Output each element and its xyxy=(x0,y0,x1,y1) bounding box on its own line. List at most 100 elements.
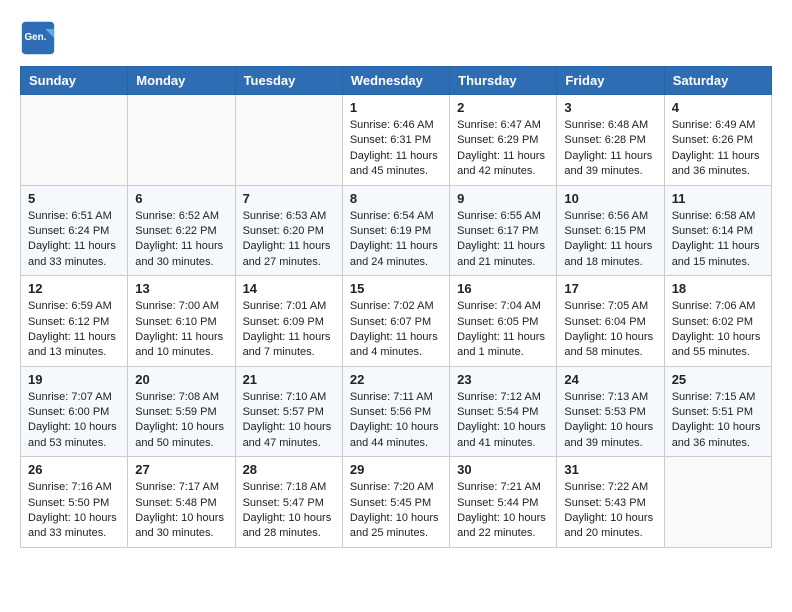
day-info: Sunrise: 7:10 AM Sunset: 5:57 PM Dayligh… xyxy=(243,390,335,452)
calendar-cell: 5 Sunrise: 6:51 AM Sunset: 6:24 PM Daylig… xyxy=(21,185,128,276)
day-info: Sunrise: 7:04 AM Sunset: 6:05 PM Dayligh… xyxy=(457,299,549,361)
day-info: Sunrise: 6:55 AM Sunset: 6:17 PM Dayligh… xyxy=(457,209,549,271)
calendar-header-row: SundayMondayTuesdayWednesdayThursdayFrid… xyxy=(21,67,772,95)
day-number: 4 xyxy=(672,100,764,115)
day-info: Sunrise: 7:22 AM Sunset: 5:43 PM Dayligh… xyxy=(564,480,656,542)
calendar-cell: 7 Sunrise: 6:53 AM Sunset: 6:20 PM Daylig… xyxy=(235,185,342,276)
calendar-cell: 3 Sunrise: 6:48 AM Sunset: 6:28 PM Daylig… xyxy=(557,95,664,186)
day-number: 9 xyxy=(457,191,549,206)
calendar-cell xyxy=(235,95,342,186)
day-number: 21 xyxy=(243,372,335,387)
logo: Gen. xyxy=(20,20,60,56)
calendar-cell: 9 Sunrise: 6:55 AM Sunset: 6:17 PM Daylig… xyxy=(450,185,557,276)
day-info: Sunrise: 7:12 AM Sunset: 5:54 PM Dayligh… xyxy=(457,390,549,452)
day-info: Sunrise: 7:07 AM Sunset: 6:00 PM Dayligh… xyxy=(28,390,120,452)
calendar-cell: 10 Sunrise: 6:56 AM Sunset: 6:15 PM Dayli… xyxy=(557,185,664,276)
day-info: Sunrise: 7:02 AM Sunset: 6:07 PM Dayligh… xyxy=(350,299,442,361)
calendar-cell: 19 Sunrise: 7:07 AM Sunset: 6:00 PM Dayli… xyxy=(21,366,128,457)
calendar-cell xyxy=(128,95,235,186)
calendar-cell: 12 Sunrise: 6:59 AM Sunset: 6:12 PM Dayli… xyxy=(21,276,128,367)
day-info: Sunrise: 7:20 AM Sunset: 5:45 PM Dayligh… xyxy=(350,480,442,542)
calendar-cell: 6 Sunrise: 6:52 AM Sunset: 6:22 PM Daylig… xyxy=(128,185,235,276)
calendar-cell: 11 Sunrise: 6:58 AM Sunset: 6:14 PM Dayli… xyxy=(664,185,771,276)
day-number: 26 xyxy=(28,462,120,477)
calendar-table: SundayMondayTuesdayWednesdayThursdayFrid… xyxy=(20,66,772,548)
col-header-thursday: Thursday xyxy=(450,67,557,95)
calendar-cell: 17 Sunrise: 7:05 AM Sunset: 6:04 PM Dayli… xyxy=(557,276,664,367)
day-info: Sunrise: 6:47 AM Sunset: 6:29 PM Dayligh… xyxy=(457,118,549,180)
day-info: Sunrise: 6:52 AM Sunset: 6:22 PM Dayligh… xyxy=(135,209,227,271)
calendar-week-row: 5 Sunrise: 6:51 AM Sunset: 6:24 PM Daylig… xyxy=(21,185,772,276)
day-info: Sunrise: 6:58 AM Sunset: 6:14 PM Dayligh… xyxy=(672,209,764,271)
calendar-cell: 29 Sunrise: 7:20 AM Sunset: 5:45 PM Dayli… xyxy=(342,457,449,548)
svg-text:Gen.: Gen. xyxy=(25,32,47,43)
calendar-cell: 23 Sunrise: 7:12 AM Sunset: 5:54 PM Dayli… xyxy=(450,366,557,457)
day-info: Sunrise: 7:15 AM Sunset: 5:51 PM Dayligh… xyxy=(672,390,764,452)
col-header-tuesday: Tuesday xyxy=(235,67,342,95)
day-info: Sunrise: 6:59 AM Sunset: 6:12 PM Dayligh… xyxy=(28,299,120,361)
day-info: Sunrise: 7:05 AM Sunset: 6:04 PM Dayligh… xyxy=(564,299,656,361)
day-number: 17 xyxy=(564,281,656,296)
calendar-cell: 15Sunrise: 7:02 AM Sunset: 6:07 PM Dayli… xyxy=(342,276,449,367)
calendar-cell: 28Sunrise: 7:18 AM Sunset: 5:47 PM Dayli… xyxy=(235,457,342,548)
day-number: 29 xyxy=(350,462,442,477)
calendar-cell: 8 Sunrise: 6:54 AM Sunset: 6:19 PM Daylig… xyxy=(342,185,449,276)
day-info: Sunrise: 7:21 AM Sunset: 5:44 PM Dayligh… xyxy=(457,480,549,542)
calendar-week-row: 19 Sunrise: 7:07 AM Sunset: 6:00 PM Dayli… xyxy=(21,366,772,457)
day-info: Sunrise: 7:06 AM Sunset: 6:02 PM Dayligh… xyxy=(672,299,764,361)
day-number: 6 xyxy=(135,191,227,206)
calendar-cell: 24Sunrise: 7:13 AM Sunset: 5:53 PM Dayli… xyxy=(557,366,664,457)
day-number: 22 xyxy=(350,372,442,387)
day-info: Sunrise: 6:49 AM Sunset: 6:26 PM Dayligh… xyxy=(672,118,764,180)
calendar-cell: 31Sunrise: 7:22 AM Sunset: 5:43 PM Dayli… xyxy=(557,457,664,548)
calendar-cell: 16Sunrise: 7:04 AM Sunset: 6:05 PM Dayli… xyxy=(450,276,557,367)
calendar-cell: 18 Sunrise: 7:06 AM Sunset: 6:02 PM Dayli… xyxy=(664,276,771,367)
calendar-cell: 4 Sunrise: 6:49 AM Sunset: 6:26 PM Daylig… xyxy=(664,95,771,186)
day-info: Sunrise: 6:54 AM Sunset: 6:19 PM Dayligh… xyxy=(350,209,442,271)
day-number: 8 xyxy=(350,191,442,206)
day-info: Sunrise: 7:16 AM Sunset: 5:50 PM Dayligh… xyxy=(28,480,120,542)
col-header-friday: Friday xyxy=(557,67,664,95)
day-number: 3 xyxy=(564,100,656,115)
day-number: 13 xyxy=(135,281,227,296)
day-info: Sunrise: 7:01 AM Sunset: 6:09 PM Dayligh… xyxy=(243,299,335,361)
day-info: Sunrise: 6:53 AM Sunset: 6:20 PM Dayligh… xyxy=(243,209,335,271)
day-number: 23 xyxy=(457,372,549,387)
day-number: 7 xyxy=(243,191,335,206)
calendar-cell: 2 Sunrise: 6:47 AM Sunset: 6:29 PM Daylig… xyxy=(450,95,557,186)
day-info: Sunrise: 6:48 AM Sunset: 6:28 PM Dayligh… xyxy=(564,118,656,180)
col-header-saturday: Saturday xyxy=(664,67,771,95)
day-info: Sunrise: 7:17 AM Sunset: 5:48 PM Dayligh… xyxy=(135,480,227,542)
calendar-week-row: 12 Sunrise: 6:59 AM Sunset: 6:12 PM Dayli… xyxy=(21,276,772,367)
calendar-week-row: 1 Sunrise: 6:46 AM Sunset: 6:31 PM Daylig… xyxy=(21,95,772,186)
calendar-cell xyxy=(664,457,771,548)
day-info: Sunrise: 6:51 AM Sunset: 6:24 PM Dayligh… xyxy=(28,209,120,271)
col-header-wednesday: Wednesday xyxy=(342,67,449,95)
day-number: 27 xyxy=(135,462,227,477)
day-number: 10 xyxy=(564,191,656,206)
day-number: 11 xyxy=(672,191,764,206)
col-header-sunday: Sunday xyxy=(21,67,128,95)
day-number: 2 xyxy=(457,100,549,115)
page-header: Gen. xyxy=(20,20,772,56)
calendar-cell: 27 Sunrise: 7:17 AM Sunset: 5:48 PM Dayli… xyxy=(128,457,235,548)
col-header-monday: Monday xyxy=(128,67,235,95)
calendar-cell: 30Sunrise: 7:21 AM Sunset: 5:44 PM Dayli… xyxy=(450,457,557,548)
day-number: 18 xyxy=(672,281,764,296)
day-info: Sunrise: 7:11 AM Sunset: 5:56 PM Dayligh… xyxy=(350,390,442,452)
day-number: 12 xyxy=(28,281,120,296)
day-info: Sunrise: 6:56 AM Sunset: 6:15 PM Dayligh… xyxy=(564,209,656,271)
day-number: 5 xyxy=(28,191,120,206)
calendar-cell: 1 Sunrise: 6:46 AM Sunset: 6:31 PM Daylig… xyxy=(342,95,449,186)
calendar-cell: 13 Sunrise: 7:00 AM Sunset: 6:10 PM Dayli… xyxy=(128,276,235,367)
day-number: 1 xyxy=(350,100,442,115)
day-number: 20 xyxy=(135,372,227,387)
day-info: Sunrise: 7:13 AM Sunset: 5:53 PM Dayligh… xyxy=(564,390,656,452)
calendar-cell: 14Sunrise: 7:01 AM Sunset: 6:09 PM Dayli… xyxy=(235,276,342,367)
day-info: Sunrise: 7:08 AM Sunset: 5:59 PM Dayligh… xyxy=(135,390,227,452)
day-info: Sunrise: 7:00 AM Sunset: 6:10 PM Dayligh… xyxy=(135,299,227,361)
calendar-week-row: 26 Sunrise: 7:16 AM Sunset: 5:50 PM Dayli… xyxy=(21,457,772,548)
day-number: 19 xyxy=(28,372,120,387)
calendar-cell: 26 Sunrise: 7:16 AM Sunset: 5:50 PM Dayli… xyxy=(21,457,128,548)
day-info: Sunrise: 6:46 AM Sunset: 6:31 PM Dayligh… xyxy=(350,118,442,180)
